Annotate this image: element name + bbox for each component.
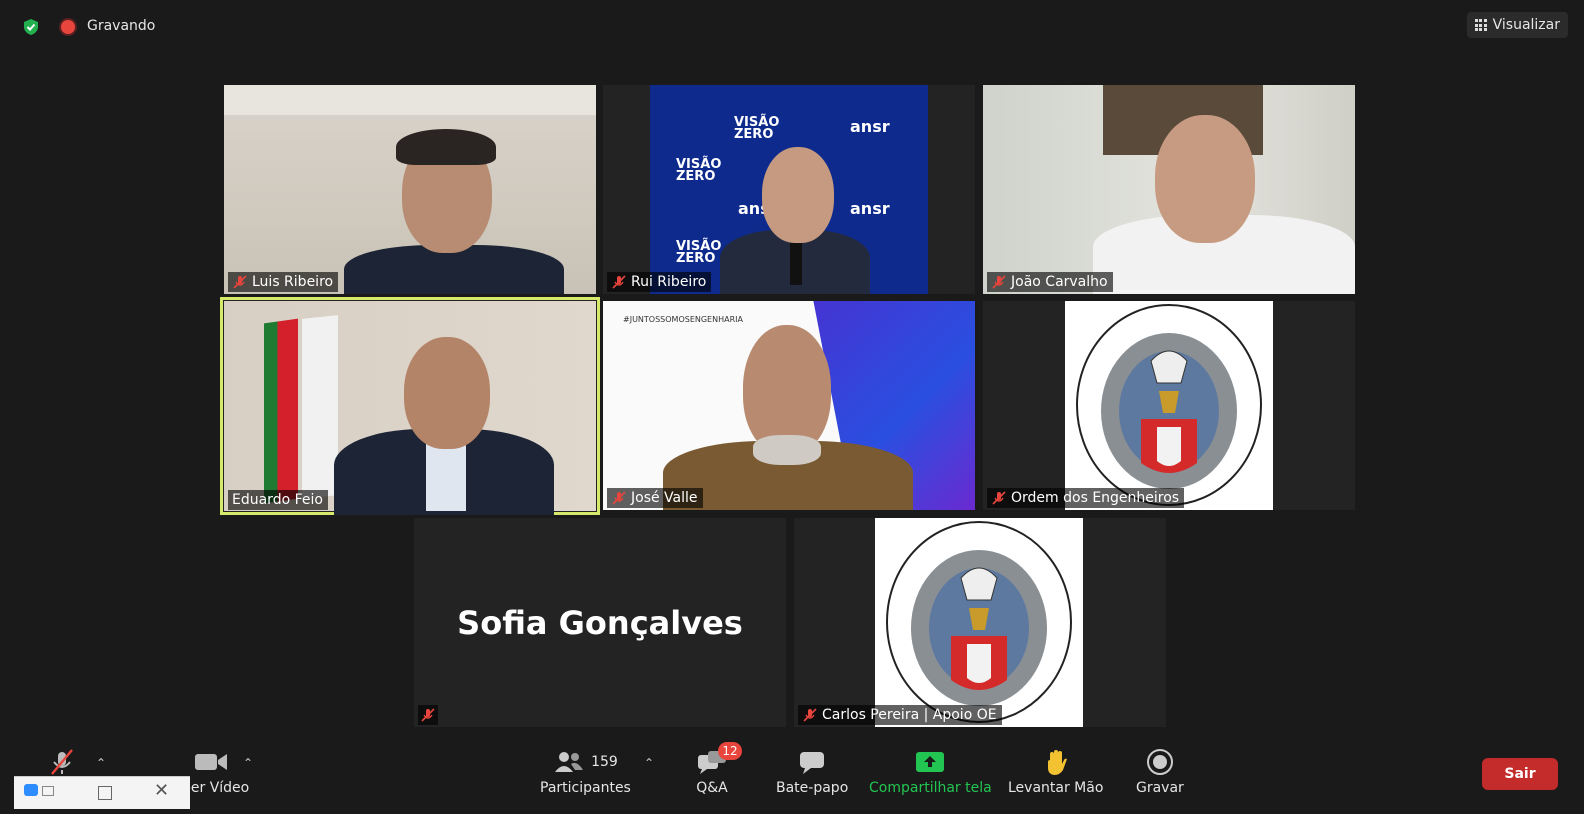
maximize-icon[interactable] xyxy=(98,786,112,800)
nameplate xyxy=(418,705,438,725)
participant-video: #JUNTOSSOMOSENGENHARIA xyxy=(603,301,975,510)
video-tile-eduardo-feio[interactable]: Eduardo Feio xyxy=(220,297,600,515)
nameplate: Eduardo Feio xyxy=(228,490,328,510)
mic-muted-icon xyxy=(992,491,1006,505)
participants-label: Participantes xyxy=(540,780,631,796)
video-tile-luis-ribeiro[interactable]: Luis Ribeiro xyxy=(224,85,596,294)
record-button[interactable]: Gravar xyxy=(1136,744,1184,796)
participant-video xyxy=(224,301,596,515)
nameplate: Rui Ribeiro xyxy=(607,272,712,292)
video-tile-sofia-goncalves[interactable]: Sofia Gonçalves xyxy=(414,518,786,727)
nameplate: Ordem dos Engenheiros xyxy=(987,488,1185,508)
share-screen-label: Compartilhar tela xyxy=(869,780,992,796)
video-tile-jose-valle[interactable]: #JUNTOSSOMOSENGENHARIA José Valle xyxy=(603,301,975,510)
leave-button[interactable]: Sair xyxy=(1482,758,1558,790)
participant-name: Ordem dos Engenheiros xyxy=(1011,490,1180,506)
mute-button[interactable] xyxy=(48,744,76,780)
shield-check-icon[interactable] xyxy=(22,18,40,36)
seal-icon xyxy=(1076,304,1262,506)
share-screen-button[interactable]: Compartilhar tela xyxy=(869,744,992,796)
video-label: ber Vídeo xyxy=(182,780,250,796)
video-options-chevron-icon[interactable]: ⌃ xyxy=(243,756,253,770)
participants-button[interactable]: 159 Participantes xyxy=(540,744,631,796)
participant-video xyxy=(983,85,1355,294)
mic-muted-icon xyxy=(612,491,626,505)
share-screen-icon xyxy=(916,752,945,772)
recording-icon[interactable] xyxy=(61,20,75,34)
participants-options-chevron-icon[interactable]: ⌃ xyxy=(644,756,654,770)
mic-muted-icon xyxy=(51,749,73,775)
zoom-app-icon[interactable] xyxy=(24,784,38,796)
participant-name: José Valle xyxy=(631,490,698,506)
participant-name: Luis Ribeiro xyxy=(252,274,334,290)
mic-muted-icon xyxy=(233,275,247,289)
minimized-window-bar: ✕ xyxy=(14,776,190,809)
nameplate: João Carvalho xyxy=(987,272,1113,292)
grid-icon xyxy=(1474,19,1487,31)
meeting-toolbar: ⌃ ber Vídeo ⌃ 159 Participantes ⌃ 12 Q&A… xyxy=(0,742,1584,808)
raise-hand-icon xyxy=(1047,750,1067,775)
participant-name: Carlos Pereira | Apoio OE xyxy=(822,707,997,723)
video-tile-joao-carvalho[interactable]: João Carvalho xyxy=(983,85,1355,294)
participant-video: VISÃO ZERO ansr VISÃO ZERO ansr ansr VISÃO… xyxy=(650,85,928,294)
participant-name: Eduardo Feio xyxy=(232,492,323,508)
video-tile-ordem-dos-engenheiros[interactable]: Ordem dos Engenheiros xyxy=(983,301,1355,510)
participants-count: 159 xyxy=(591,754,618,770)
nameplate: Luis Ribeiro xyxy=(228,272,339,292)
qa-button[interactable]: 12 Q&A xyxy=(696,742,742,796)
mic-muted-icon xyxy=(803,708,817,722)
record-label: Gravar xyxy=(1136,780,1184,796)
qa-label: Q&A xyxy=(696,780,728,796)
view-label: Visualizar xyxy=(1492,17,1560,33)
close-icon[interactable]: ✕ xyxy=(154,780,169,801)
participants-icon xyxy=(555,752,584,772)
participant-name: Rui Ribeiro xyxy=(631,274,707,290)
qa-badge: 12 xyxy=(718,742,742,760)
video-tile-carlos-pereira[interactable]: Carlos Pereira | Apoio OE xyxy=(794,518,1166,727)
mic-muted-icon xyxy=(992,275,1006,289)
backdrop-hashtag: #JUNTOSSOMOSENGENHARIA xyxy=(623,315,743,324)
chat-button[interactable]: Bate-papo xyxy=(776,744,848,796)
participant-name: João Carvalho xyxy=(1011,274,1108,290)
mic-muted-icon xyxy=(612,275,626,289)
nameplate: Carlos Pereira | Apoio OE xyxy=(798,705,1002,725)
mic-muted-icon xyxy=(421,708,435,722)
record-icon xyxy=(1146,749,1173,775)
participant-display-name: Sofia Gonçalves xyxy=(457,604,743,642)
nameplate: José Valle xyxy=(607,488,703,508)
raise-hand-button[interactable]: Levantar Mão xyxy=(1008,744,1103,796)
seal-icon xyxy=(886,521,1072,723)
chat-label: Bate-papo xyxy=(776,780,849,796)
raise-hand-label: Levantar Mão xyxy=(1008,780,1104,796)
ordem-logo xyxy=(875,518,1083,727)
view-button[interactable]: Visualizar xyxy=(1466,12,1568,38)
chat-icon xyxy=(800,752,825,774)
video-camera-icon xyxy=(194,754,227,770)
audio-options-chevron-icon[interactable]: ⌃ xyxy=(96,756,106,770)
video-tile-rui-ribeiro[interactable]: VISÃO ZERO ansr VISÃO ZERO ansr ansr VISÃO… xyxy=(603,85,975,294)
ordem-logo xyxy=(1065,301,1273,510)
participant-video xyxy=(224,85,596,294)
recording-label[interactable]: Gravando xyxy=(87,18,155,34)
restore-icon[interactable] xyxy=(42,786,54,796)
